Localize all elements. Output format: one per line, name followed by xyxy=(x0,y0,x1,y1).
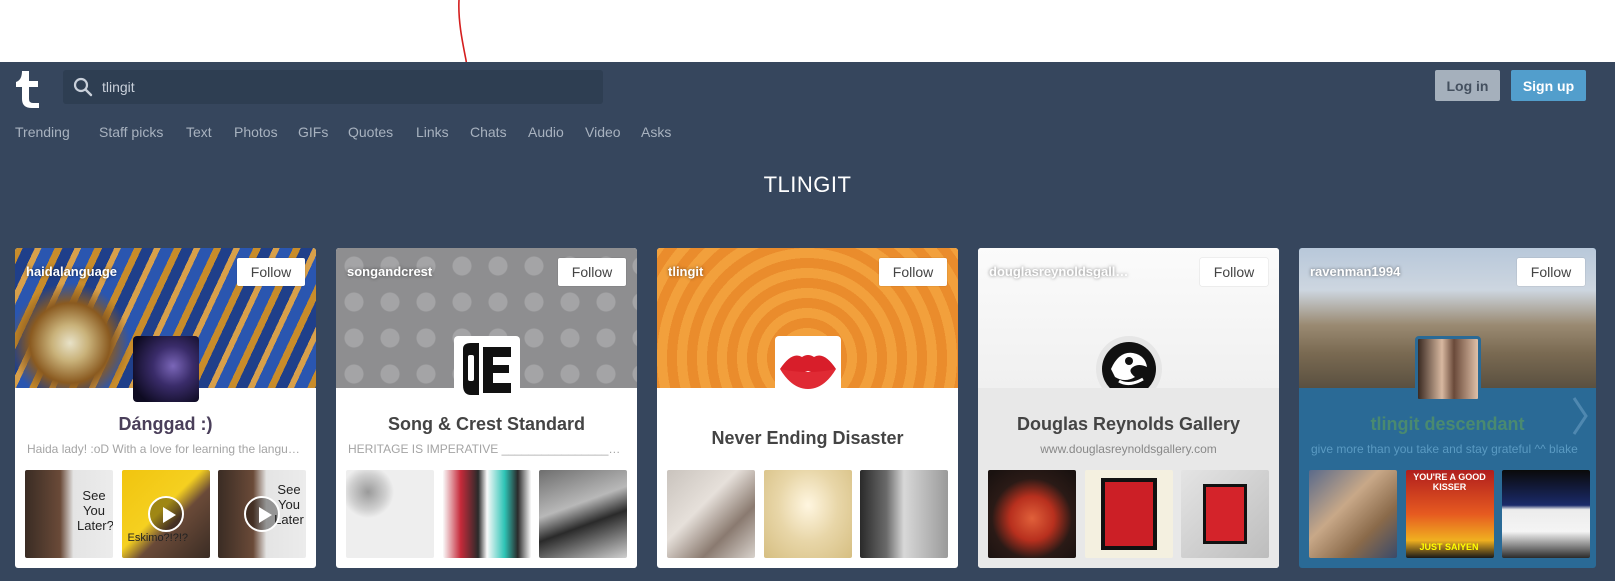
search-icon xyxy=(73,77,93,97)
blog-card-tlingit[interactable]: tlingit Follow Never Ending Disaster xyxy=(657,248,958,568)
blog-card-douglasreynoldsgallery[interactable]: douglasreynoldsgall… Follow Douglas Reyn… xyxy=(978,248,1279,568)
blog-username[interactable]: tlingit xyxy=(668,264,703,279)
nav-links[interactable]: Links xyxy=(416,124,470,142)
post-thumbnails: See You Later? Eskimo?!?!? See You Later xyxy=(25,470,306,558)
play-icon[interactable] xyxy=(147,496,184,532)
blog-username[interactable]: douglasreynoldsgall… xyxy=(989,264,1128,279)
nav-asks[interactable]: Asks xyxy=(641,124,671,142)
blog-avatar[interactable] xyxy=(1415,336,1481,402)
top-blank-area xyxy=(0,0,1615,62)
post-thumbnail[interactable] xyxy=(667,470,755,558)
nav-text[interactable]: Text xyxy=(186,124,234,142)
explore-nav: Trending Staff picks Text Photos GIFs Qu… xyxy=(15,124,671,142)
post-thumbnail[interactable]: Eskimo?!?!? xyxy=(121,470,210,558)
post-thumbnails: YOU'RE A GOOD KISSER JUST SAIYEN xyxy=(1309,470,1590,558)
blog-card-ravenman1994[interactable]: ravenman1994 Follow tlingit descendant g… xyxy=(1299,248,1596,568)
nav-gifs[interactable]: GIFs xyxy=(298,124,348,142)
nav-audio[interactable]: Audio xyxy=(528,124,585,142)
post-thumbnail[interactable] xyxy=(860,470,948,558)
blog-description: www.douglasreynoldsgallery.com xyxy=(978,440,1279,470)
blog-card-songandcrest[interactable]: songandcrest Follow Song & Crest Standar… xyxy=(336,248,637,568)
follow-button[interactable]: Follow xyxy=(237,258,305,286)
post-thumbnail[interactable] xyxy=(442,470,531,558)
blog-username[interactable]: songandcrest xyxy=(347,264,432,279)
post-thumbnail[interactable] xyxy=(1502,470,1590,558)
chevron-right-icon[interactable] xyxy=(1572,396,1588,436)
post-thumbnail[interactable] xyxy=(346,470,434,558)
nav-quotes[interactable]: Quotes xyxy=(348,124,416,142)
thumb-caption: YOU'RE A GOOD KISSER xyxy=(1413,472,1486,492)
thumb-caption: JUST SAIYEN xyxy=(1419,542,1479,552)
nav-staff-picks[interactable]: Staff picks xyxy=(99,124,186,142)
blog-card-haidalanguage[interactable]: haidalanguage Follow Dánggad :) Haida la… xyxy=(15,248,316,568)
blog-avatar[interactable] xyxy=(133,336,199,402)
post-thumbnail[interactable]: See You Later? xyxy=(25,470,113,558)
nav-chats[interactable]: Chats xyxy=(470,124,528,142)
blog-title[interactable]: Dánggad :) xyxy=(15,414,316,435)
tumblr-logo-icon[interactable] xyxy=(12,69,46,109)
blog-description: give more than you take and stay gratefu… xyxy=(1311,442,1578,456)
search-input-value[interactable]: tlingit xyxy=(102,79,135,95)
post-thumbnail[interactable] xyxy=(988,470,1076,558)
post-thumbnail[interactable] xyxy=(763,470,852,558)
blog-avatar[interactable] xyxy=(775,336,841,402)
blog-description: Haida lady! :oD With a love for learning… xyxy=(27,442,300,456)
nav-trending[interactable]: Trending xyxy=(15,124,99,142)
blog-title[interactable]: Song & Crest Standard xyxy=(336,414,637,435)
post-thumbnail[interactable] xyxy=(1181,470,1269,558)
follow-button[interactable]: Follow xyxy=(1200,258,1268,286)
page-title: TLINGIT xyxy=(763,172,852,197)
post-thumbnail[interactable] xyxy=(539,470,627,558)
blog-avatar[interactable] xyxy=(454,336,520,402)
blog-username[interactable]: haidalanguage xyxy=(26,264,117,279)
lips-icon xyxy=(780,355,836,389)
thumb-caption: Eskimo?!?!? xyxy=(127,532,189,544)
nav-video[interactable]: Video xyxy=(585,124,641,142)
formline-art xyxy=(1100,478,1157,550)
post-thumbnail[interactable]: See You Later xyxy=(218,470,306,558)
blog-title[interactable]: tlingit descendant xyxy=(1299,414,1596,435)
signup-button[interactable]: Sign up xyxy=(1511,70,1586,101)
post-thumbnail[interactable] xyxy=(1309,470,1397,558)
blog-username[interactable]: ravenman1994 xyxy=(1310,264,1400,279)
post-thumbnails xyxy=(346,470,627,558)
blog-title[interactable]: Never Ending Disaster xyxy=(657,428,958,449)
follow-button[interactable]: Follow xyxy=(558,258,626,286)
follow-button[interactable]: Follow xyxy=(1517,258,1585,286)
post-thumbnail[interactable] xyxy=(1084,470,1173,558)
blog-description: HERITAGE IS IMPERATIVE _________________… xyxy=(348,442,625,456)
post-thumbnail[interactable]: YOU'RE A GOOD KISSER JUST SAIYEN xyxy=(1405,470,1494,558)
thumb-caption: See You Later? xyxy=(77,488,113,533)
post-thumbnails xyxy=(667,470,948,558)
formline-art xyxy=(1203,484,1247,544)
formline-logo-icon xyxy=(463,343,511,395)
page: tlingit Log in Sign up Trending Staff pi… xyxy=(0,0,1615,581)
login-button[interactable]: Log in xyxy=(1435,70,1500,101)
search-bar[interactable]: tlingit xyxy=(63,70,603,104)
play-icon[interactable] xyxy=(244,496,280,532)
follow-button[interactable]: Follow xyxy=(879,258,947,286)
post-thumbnails xyxy=(978,470,1279,568)
nav-photos[interactable]: Photos xyxy=(234,124,298,142)
blog-title[interactable]: Douglas Reynolds Gallery xyxy=(978,388,1279,440)
